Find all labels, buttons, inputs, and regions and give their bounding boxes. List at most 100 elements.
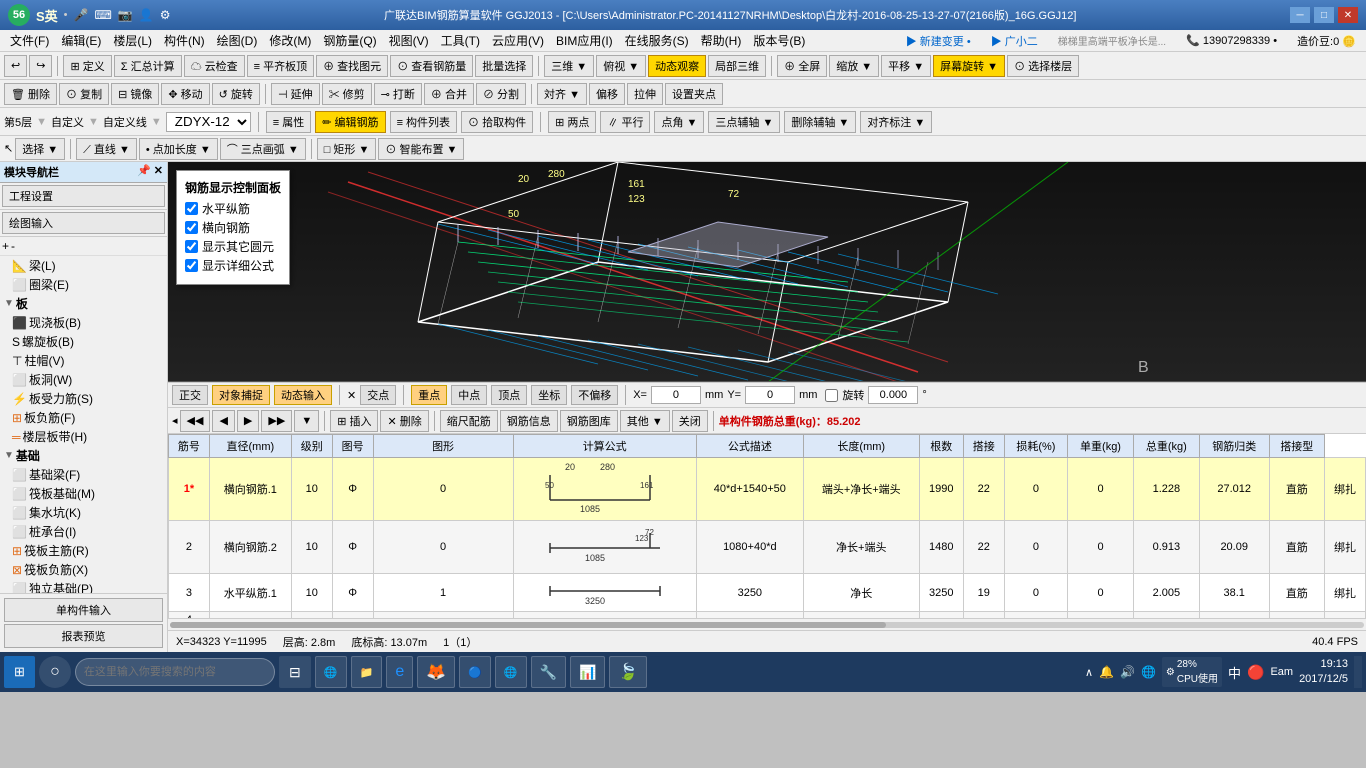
menu-floor[interactable]: 楼层(L) [107, 30, 158, 51]
mirror-btn[interactable]: ⊟ 镜像 [111, 83, 159, 105]
tree-foundation[interactable]: ▼ 基础 [0, 446, 167, 465]
tree-spiral-slab[interactable]: S 螺旋板(B) [0, 332, 167, 351]
tree-column-cap[interactable]: ⊤ 柱帽(V) [0, 351, 167, 370]
menu-file[interactable]: 文件(F) [4, 30, 55, 51]
nav-next-btn[interactable]: ▶ [237, 410, 259, 432]
copy-btn[interactable]: ⊙ 复制 [59, 83, 109, 105]
endpoint-btn[interactable]: 顶点 [491, 385, 527, 405]
point-angle-btn[interactable]: 点角 ▼ [654, 111, 704, 133]
menu-element[interactable]: 构件(N) [158, 30, 211, 51]
expand-all-icon[interactable]: + [2, 239, 9, 253]
scale-rebar-btn[interactable]: 缩尺配筋 [440, 410, 498, 432]
taskbar-ff-item[interactable]: 🦊 [417, 656, 455, 688]
cloud-check-btn[interactable]: ☁ 云检查 [184, 55, 245, 77]
midpoint2-btn[interactable]: 中点 [451, 385, 487, 405]
pick-element-btn[interactable]: ⊙ 拾取构件 [461, 111, 533, 133]
table-row[interactable]: 1* 横向钢筋.1 10 Φ 0 20 280 [169, 458, 1366, 521]
merge-btn[interactable]: ⊕ 合并 [424, 83, 474, 105]
select-btn[interactable]: 选择 ▼ [15, 138, 65, 160]
nav-first-btn[interactable]: ◀◀ [180, 410, 211, 432]
delete-btn[interactable]: 🗑 删除 [4, 83, 57, 105]
rect-btn[interactable]: □ 矩形 ▼ [317, 138, 377, 160]
task-view-button[interactable]: ⊟ [279, 656, 311, 688]
guangxiao-btn[interactable]: ▶ 广小二 [985, 31, 1044, 51]
rotate-input[interactable] [868, 386, 918, 404]
rotate-checkbox[interactable] [825, 389, 838, 402]
dynamic-view-btn[interactable]: 动态观察 [648, 55, 706, 77]
delete-row-btn[interactable]: ✕ 删除 [380, 410, 428, 432]
smart-place-btn[interactable]: ⊙ 智能布置 ▼ [378, 138, 464, 160]
tree-ring-beam[interactable]: ⬜ 圈梁(E) [0, 275, 167, 294]
properties-btn[interactable]: ≡ 属性 [266, 111, 311, 133]
taskbar-ie-item[interactable]: e [386, 656, 413, 688]
minimize-button[interactable]: ─ [1290, 7, 1310, 23]
menu-modify[interactable]: 修改(M) [263, 30, 317, 51]
taskbar-chrome-item[interactable]: 🔵 [459, 656, 491, 688]
batch-select-btn[interactable]: 批量选择 [475, 55, 533, 77]
dynamic-input-btn[interactable]: 动态输入 [274, 385, 332, 405]
close-table-btn[interactable]: 关闭 [672, 410, 708, 432]
taskbar-app-item[interactable]: 🌐 [315, 656, 347, 688]
nav-close-icon[interactable]: ✕ [154, 164, 163, 180]
rotate-btn[interactable]: 屏幕旋转 ▼ [933, 55, 1005, 77]
show-desktop-btn[interactable] [1354, 656, 1362, 688]
zoom-btn[interactable]: 缩放 ▼ [829, 55, 879, 77]
fullscreen-btn[interactable]: ⊕ 全屏 [777, 55, 827, 77]
top-view-btn[interactable]: 俯视 ▼ [596, 55, 646, 77]
tree-ind-found[interactable]: ⬜ 独立基础(P) [0, 579, 167, 593]
nav-down-btn[interactable]: ▼ [294, 410, 319, 432]
menu-draw[interactable]: 绘图(D) [211, 30, 264, 51]
coord-btn[interactable]: 坐标 [531, 385, 567, 405]
three-point-aux-btn[interactable]: 三点辅轴 ▼ [708, 111, 780, 133]
find-elem-btn[interactable]: ⊕ 查找图元 [316, 55, 388, 77]
break-btn[interactable]: ⊸ 打断 [374, 83, 422, 105]
point-length-btn[interactable]: • 点加长度 ▼ [139, 138, 218, 160]
nav-prev-btn[interactable]: ◀ [212, 410, 234, 432]
start-button[interactable]: ⊞ [4, 656, 35, 688]
snap-btn[interactable]: 对象捕捉 [212, 385, 270, 405]
ortho-btn[interactable]: 正交 [172, 385, 208, 405]
undo-btn[interactable]: ↩ [4, 55, 27, 77]
tree-cast-slab[interactable]: ⬛ 现浇板(B) [0, 313, 167, 332]
menu-tools[interactable]: 工具(T) [435, 30, 486, 51]
taskbar-search-input[interactable] [75, 658, 275, 686]
table-row[interactable]: 2 横向钢筋.2 10 Φ 0 1085 123 72 [169, 521, 1366, 574]
tree-beam[interactable]: 📐 梁(L) [0, 256, 167, 275]
taskbar-leaf-item[interactable]: 🍃 [609, 656, 647, 688]
midpoint-btn[interactable]: 重点 [411, 385, 447, 405]
menu-view[interactable]: 视图(V) [383, 30, 435, 51]
del-aux-btn[interactable]: 删除辅轴 ▼ [784, 111, 856, 133]
insert-row-btn[interactable]: ⊞ 插入 [330, 410, 378, 432]
nav-pin-icon[interactable]: 📌 [137, 164, 151, 180]
tree-raft-found[interactable]: ⬜ 筏板基础(M) [0, 484, 167, 503]
tree-pile-cap-t[interactable]: ⬜ 桩承台(I) [0, 522, 167, 541]
style-select[interactable]: ZDYX-12 [166, 112, 251, 132]
move-btn[interactable]: ✥ 移动 [161, 83, 209, 105]
three-arc-btn[interactable]: ⌒ 三点画弧 ▼ [220, 138, 306, 160]
taskbar-explorer-item[interactable]: 📁 [351, 656, 383, 688]
rotate2-btn[interactable]: ↺ 旋转 [212, 83, 260, 105]
horiz-rebar-option[interactable]: 水平纵筋 [185, 200, 281, 217]
align-btn[interactable]: 対齐 ▼ [537, 83, 587, 105]
lang-indicator[interactable]: 中 [1228, 663, 1241, 682]
transv-rebar-option[interactable]: 横向钢筋 [185, 219, 281, 236]
tree-sump[interactable]: ⬜ 集水坑(K) [0, 503, 167, 522]
3d-viewport[interactable]: B 20 280 50 161 123 72 钢筋显示控制面板 水平纵筋 [168, 162, 1366, 382]
tree-found-beam[interactable]: ⬜ 基础梁(F) [0, 465, 167, 484]
split-btn[interactable]: ⊘ 分割 [476, 83, 526, 105]
other-btn[interactable]: 其他 ▼ [620, 410, 670, 432]
level-top-btn[interactable]: ≡ 平齐板顶 [247, 55, 314, 77]
offset-btn[interactable]: 偏移 [589, 83, 625, 105]
report-preview-btn[interactable]: 报表预览 [4, 624, 163, 648]
intersection-btn[interactable]: 交点 [360, 385, 396, 405]
stretch-btn[interactable]: 拉伸 [627, 83, 663, 105]
taskbar-gl-item[interactable]: 📊 [570, 656, 605, 688]
collapse-all-icon[interactable]: - [11, 239, 15, 253]
transv-rebar-checkbox[interactable] [185, 221, 198, 234]
menu-edit[interactable]: 编辑(E) [55, 30, 107, 51]
x-input[interactable] [651, 386, 701, 404]
menu-online[interactable]: 在线服务(S) [619, 30, 695, 51]
two-point-btn[interactable]: ⊞ 两点 [548, 111, 596, 133]
taskbar-ie2-item[interactable]: 🌐 [495, 656, 527, 688]
show-others-checkbox[interactable] [185, 240, 198, 253]
